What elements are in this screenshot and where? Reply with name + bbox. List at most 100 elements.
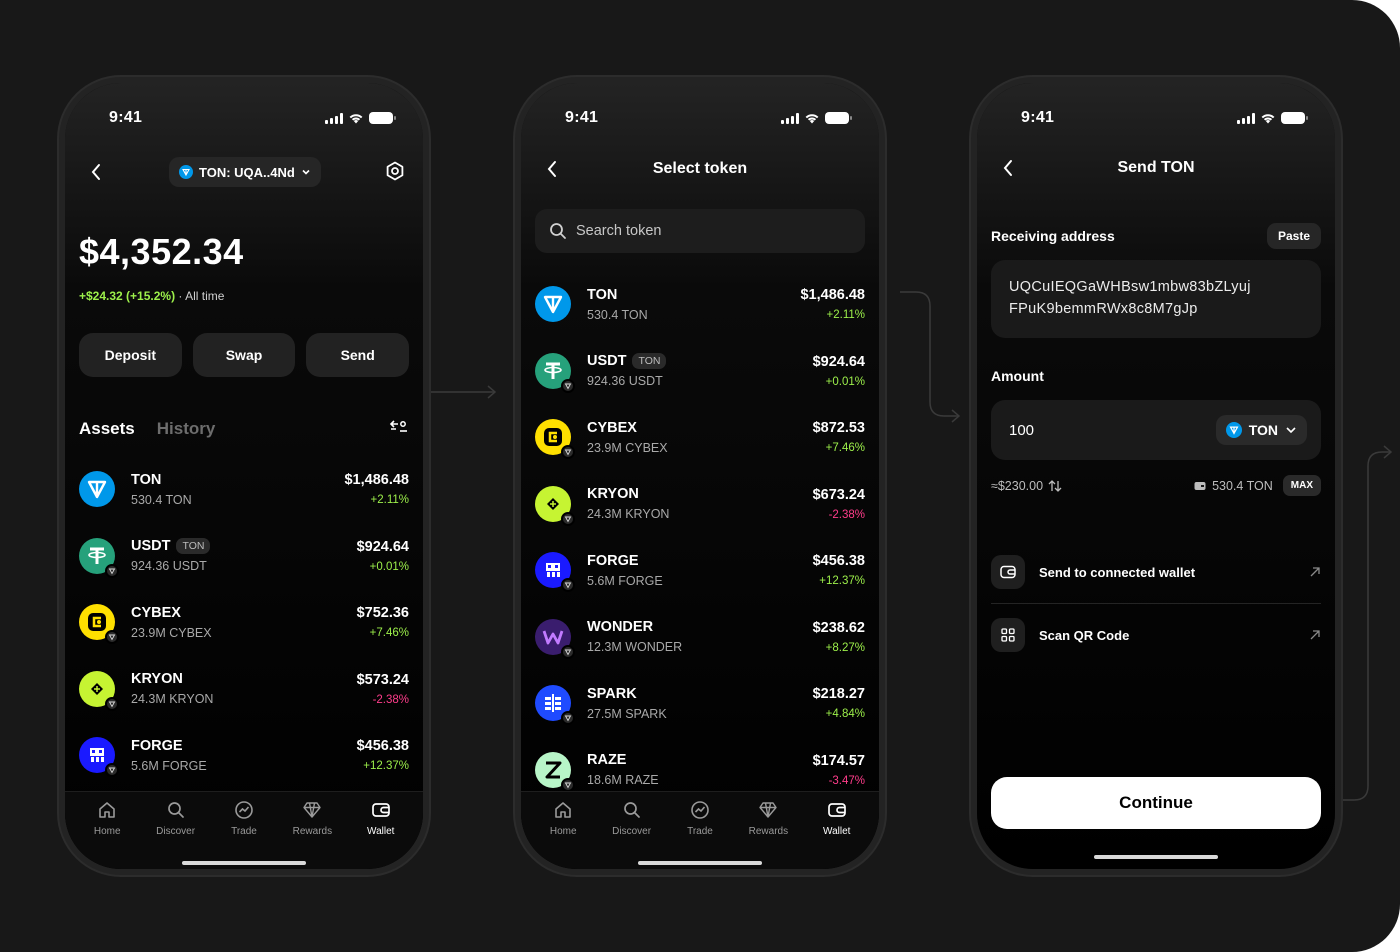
token-row[interactable]: KRYON 24.3M KRYON $673.24 -2.38% xyxy=(535,471,865,538)
token-usd-value: $872.53 xyxy=(812,420,865,437)
token-change: +7.46% xyxy=(825,442,865,455)
nav-discover[interactable]: Discover xyxy=(602,800,662,837)
token-row[interactable]: WONDER 12.3M WONDER $238.62 +8.27% xyxy=(535,604,865,671)
home-indicator xyxy=(638,861,762,865)
token-change: -2.38% xyxy=(828,508,865,521)
search-icon xyxy=(167,802,184,818)
token-name-row: KRYON xyxy=(587,486,813,502)
token-amount: 12.3M WONDER xyxy=(587,640,683,655)
token-info: RAZE 18.6M RAZE xyxy=(587,752,813,787)
nav-rewards[interactable]: Rewards xyxy=(282,800,342,837)
cybex-icon xyxy=(79,604,119,645)
token-info: TON 530.4 TON xyxy=(131,472,344,507)
token-selector[interactable]: TON xyxy=(1215,415,1307,445)
token-amount: 530.4 TON xyxy=(587,307,648,322)
swap-direction-icon[interactable] xyxy=(1048,479,1062,492)
nav-label: Wallet xyxy=(367,826,395,837)
nav-rewards[interactable]: Rewards xyxy=(738,800,798,837)
token-usd-value: $238.62 xyxy=(812,619,865,636)
token-amount: 924.36 USDT xyxy=(131,559,207,574)
settings-button[interactable] xyxy=(385,161,405,186)
nav-trade[interactable]: Trade xyxy=(214,800,274,837)
battery-icon xyxy=(825,112,852,124)
battery-icon xyxy=(1281,112,1308,124)
nav-label: Rewards xyxy=(292,826,333,837)
wallet-icon xyxy=(371,803,390,817)
address-line-2: FPuK9bemmRWx8c8M7gJp xyxy=(1009,301,1198,317)
max-button[interactable]: MAX xyxy=(1282,475,1321,496)
token-value: $1,486.48 +2.11% xyxy=(344,472,409,506)
amount-field[interactable]: 100 TON xyxy=(991,400,1321,460)
token-name: FORGE xyxy=(587,552,639,569)
nav-trade[interactable]: Trade xyxy=(670,800,730,837)
wifi-icon xyxy=(349,114,363,124)
token-name-row: USDT TON xyxy=(131,538,357,555)
select-token-list: TON 530.4 TON $1,486.48 +2.11% USDT TON … xyxy=(535,271,865,803)
token-amount: 23.9M CYBEX xyxy=(131,625,212,640)
continue-button[interactable]: Continue xyxy=(991,777,1321,829)
nav-discover[interactable]: Discover xyxy=(146,800,206,837)
phone-send: 9:41 Send TON Receiving address Paste UQ… xyxy=(971,77,1341,875)
ton-chain-badge-icon xyxy=(561,711,575,726)
sort-button[interactable] xyxy=(389,419,409,439)
token-row[interactable]: SPARK 27.5M SPARK $218.27 +4.84% xyxy=(535,670,865,737)
status-bar: 9:41 xyxy=(565,109,852,127)
token-usd-value: $1,486.48 xyxy=(800,287,865,304)
tab-history[interactable]: History xyxy=(157,419,216,439)
token-amount: 5.6M FORGE xyxy=(587,573,663,588)
token-name-row: RAZE xyxy=(587,752,813,768)
token-name: KRYON xyxy=(587,486,639,503)
send-button[interactable]: Send xyxy=(306,333,410,377)
token-change: +0.01% xyxy=(369,560,409,573)
token-row[interactable]: TON 530.4 TON $1,486.48 +2.11% xyxy=(79,456,409,523)
nav-home[interactable]: Home xyxy=(533,800,593,837)
token-name: KRYON xyxy=(131,671,183,688)
status-time: 9:41 xyxy=(565,109,599,126)
page-title: Send TON xyxy=(1117,159,1195,176)
nav-wallet[interactable]: Wallet xyxy=(351,800,411,837)
kryon-icon xyxy=(79,670,119,711)
token-row[interactable]: USDT TON 924.36 USDT $924.64 +0.01% xyxy=(535,338,865,405)
scan-qr-option[interactable]: Scan QR Code xyxy=(991,604,1321,666)
ton-icon xyxy=(1225,422,1242,438)
nav-label: Rewards xyxy=(748,826,789,837)
token-row[interactable]: TON 530.4 TON $1,486.48 +2.11% xyxy=(535,271,865,338)
token-name: FORGE xyxy=(131,737,183,754)
token-selector-label: TON xyxy=(1248,422,1278,438)
nav-wallet[interactable]: Wallet xyxy=(807,800,867,837)
wallet-selector-label: TON: UQA..4Nd xyxy=(199,164,295,180)
token-row[interactable]: CYBEX 23.9M CYBEX $872.53 +7.46% xyxy=(535,404,865,471)
tab-assets[interactable]: Assets xyxy=(79,419,135,439)
trade-icon xyxy=(691,801,709,819)
chevron-left-icon xyxy=(91,164,100,180)
token-usd-value: $174.57 xyxy=(812,752,865,769)
token-name-row: TON xyxy=(587,287,800,303)
status-bar: 9:41 xyxy=(109,109,396,127)
diamond-icon xyxy=(759,802,778,818)
token-name: TON xyxy=(587,286,618,303)
signal-icon xyxy=(325,112,343,124)
ton-chain-badge-icon xyxy=(561,578,575,593)
nav-label: Trade xyxy=(687,826,713,837)
token-row[interactable]: CYBEX 23.9M CYBEX $752.36 +7.46% xyxy=(79,589,409,656)
token-row[interactable]: KRYON 24.3M KRYON $573.24 -2.38% xyxy=(79,656,409,723)
swap-button[interactable]: Swap xyxy=(192,333,296,377)
token-row[interactable]: USDT TON 924.36 USDT $924.64 +0.01% xyxy=(79,523,409,590)
token-value: $218.27 +4.84% xyxy=(813,686,865,720)
address-field[interactable]: UQCuIEQGaWHBsw1mbw83bZLyuj FPuK9bemmRWx8… xyxy=(991,260,1321,338)
paste-button[interactable]: Paste xyxy=(1266,223,1321,249)
back-button[interactable] xyxy=(85,161,107,183)
search-input[interactable]: Search token xyxy=(535,209,865,253)
token-change: +4.84% xyxy=(825,708,865,721)
arrow-up-right-icon xyxy=(1310,630,1320,640)
nav-home[interactable]: Home xyxy=(77,800,137,837)
token-value: $573.24 -2.38% xyxy=(357,672,409,706)
token-row[interactable]: FORGE 5.6M FORGE $456.38 +12.37% xyxy=(79,722,409,789)
token-row[interactable]: FORGE 5.6M FORGE $456.38 +12.37% xyxy=(535,537,865,604)
deposit-button[interactable]: Deposit xyxy=(79,333,182,377)
wallet-selector[interactable]: TON: UQA..4Nd xyxy=(169,157,321,187)
spark-icon xyxy=(535,685,575,726)
page-title: Select token xyxy=(652,160,748,177)
send-to-connected-wallet-option[interactable]: Send to connected wallet xyxy=(991,541,1321,603)
converted-value: ≈$230.00 xyxy=(991,478,1044,493)
